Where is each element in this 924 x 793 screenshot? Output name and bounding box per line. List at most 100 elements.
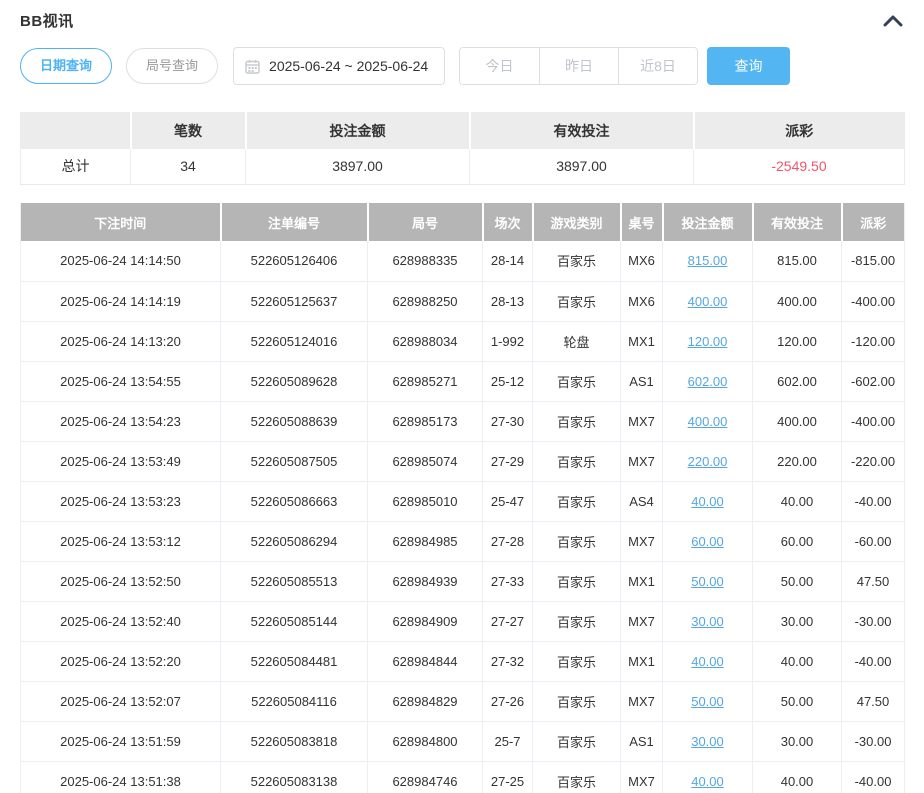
order-id-cell: 522605083818	[221, 721, 368, 761]
valid-bet-cell: 40.00	[753, 761, 842, 793]
date-range-input[interactable]: 2025-06-24 ~ 2025-06-24	[233, 47, 445, 85]
summary-header-bet-amount: 投注金额	[246, 113, 470, 149]
bet-amount-link[interactable]: 40.00	[691, 774, 724, 789]
table-row: 2025-06-24 13:54:55 522605089628 6289852…	[21, 361, 905, 401]
summary-total-row: 总计 34 3897.00 3897.00 -2549.50	[21, 149, 905, 185]
col-header-session: 场次	[483, 203, 533, 241]
bet-time-cell: 2025-06-24 13:53:49	[21, 441, 221, 481]
table-row: 2025-06-24 13:52:50 522605085513 6289849…	[21, 561, 905, 601]
table-no-cell: MX1	[621, 321, 663, 361]
bet-time-cell: 2025-06-24 14:13:20	[21, 321, 221, 361]
round-id-cell: 628988250	[368, 281, 483, 321]
payout-cell: -815.00	[842, 241, 905, 281]
table-no-cell: MX7	[621, 521, 663, 561]
table-row: 2025-06-24 13:51:59 522605083818 6289848…	[21, 721, 905, 761]
bet-amount-link[interactable]: 60.00	[691, 534, 724, 549]
bet-amount-link[interactable]: 50.00	[691, 694, 724, 709]
payout-cell: 47.50	[842, 561, 905, 601]
bet-amount-link[interactable]: 50.00	[691, 574, 724, 589]
bet-time-cell: 2025-06-24 13:53:23	[21, 481, 221, 521]
search-button[interactable]: 查询	[707, 47, 790, 85]
bet-amount-link[interactable]: 400.00	[688, 414, 728, 429]
table-row: 2025-06-24 13:52:07 522605084116 6289848…	[21, 681, 905, 721]
bet-amount-link[interactable]: 120.00	[688, 334, 728, 349]
order-id-cell: 522605088639	[221, 401, 368, 441]
tab-round-query[interactable]: 局号查询	[126, 48, 218, 84]
order-id-cell: 522605124016	[221, 321, 368, 361]
table-no-cell: AS4	[621, 481, 663, 521]
table-no-cell: MX7	[621, 681, 663, 721]
valid-bet-cell: 602.00	[753, 361, 842, 401]
valid-bet-cell: 120.00	[753, 321, 842, 361]
col-header-payout: 派彩	[842, 203, 905, 241]
session-cell: 1-992	[483, 321, 533, 361]
col-header-round-id: 局号	[368, 203, 483, 241]
table-row: 2025-06-24 13:53:12 522605086294 6289849…	[21, 521, 905, 561]
round-id-cell: 628984909	[368, 601, 483, 641]
bet-time-cell: 2025-06-24 13:51:59	[21, 721, 221, 761]
quick-range-today[interactable]: 今日	[460, 48, 539, 84]
round-id-cell: 628984939	[368, 561, 483, 601]
bet-amount-cell: 50.00	[663, 681, 753, 721]
tab-date-query[interactable]: 日期查询	[20, 48, 112, 84]
game-type-cell: 百家乐	[533, 401, 621, 441]
bet-amount-cell: 120.00	[663, 321, 753, 361]
bet-amount-link[interactable]: 30.00	[691, 734, 724, 749]
round-id-cell: 628985074	[368, 441, 483, 481]
table-row: 2025-06-24 13:52:40 522605085144 6289849…	[21, 601, 905, 641]
session-cell: 27-32	[483, 641, 533, 681]
chevron-up-icon	[883, 15, 903, 27]
bet-amount-link[interactable]: 40.00	[691, 494, 724, 509]
quick-range-group: 今日 昨日 近8日	[459, 47, 698, 85]
round-id-cell: 628988335	[368, 241, 483, 281]
payout-cell: -400.00	[842, 401, 905, 441]
game-type-cell: 百家乐	[533, 281, 621, 321]
order-id-cell: 522605086663	[221, 481, 368, 521]
game-type-cell: 轮盘	[533, 321, 621, 361]
game-type-cell: 百家乐	[533, 641, 621, 681]
payout-cell: -602.00	[842, 361, 905, 401]
bet-amount-link[interactable]: 220.00	[688, 454, 728, 469]
table-no-cell: AS1	[621, 721, 663, 761]
bet-amount-link[interactable]: 815.00	[688, 253, 728, 268]
summary-table: 笔数 投注金额 有效投注 派彩 总计 34 3897.00 3897.00 -2…	[20, 112, 905, 185]
col-header-bet-time: 下注时间	[21, 203, 221, 241]
valid-bet-cell: 400.00	[753, 281, 842, 321]
table-no-cell: MX7	[621, 761, 663, 793]
bet-amount-link[interactable]: 40.00	[691, 654, 724, 669]
payout-cell: -40.00	[842, 761, 905, 793]
order-id-cell: 522605083138	[221, 761, 368, 793]
game-type-cell: 百家乐	[533, 561, 621, 601]
game-type-cell: 百家乐	[533, 481, 621, 521]
order-id-cell: 522605085513	[221, 561, 368, 601]
col-header-game-type: 游戏类别	[533, 203, 621, 241]
round-id-cell: 628988034	[368, 321, 483, 361]
game-type-cell: 百家乐	[533, 721, 621, 761]
bet-time-cell: 2025-06-24 13:54:23	[21, 401, 221, 441]
col-header-order-id: 注单编号	[221, 203, 368, 241]
game-type-cell: 百家乐	[533, 361, 621, 401]
payout-cell: 47.50	[842, 681, 905, 721]
session-cell: 27-30	[483, 401, 533, 441]
summary-header-valid-bet: 有效投注	[470, 113, 694, 149]
session-cell: 27-29	[483, 441, 533, 481]
payout-cell: -30.00	[842, 721, 905, 761]
order-id-cell: 522605084116	[221, 681, 368, 721]
table-no-cell: MX6	[621, 281, 663, 321]
bet-amount-cell: 400.00	[663, 281, 753, 321]
game-type-cell: 百家乐	[533, 761, 621, 793]
table-row: 2025-06-24 14:13:20 522605124016 6289880…	[21, 321, 905, 361]
quick-range-last8days[interactable]: 近8日	[618, 48, 697, 84]
bet-time-cell: 2025-06-24 13:54:55	[21, 361, 221, 401]
collapse-panel-button[interactable]	[882, 12, 904, 30]
valid-bet-cell: 40.00	[753, 481, 842, 521]
calendar-icon	[245, 59, 260, 74]
bet-table-body: 2025-06-24 14:14:50 522605126406 6289883…	[21, 241, 905, 793]
bet-amount-link[interactable]: 602.00	[688, 374, 728, 389]
panel-header: BB视讯	[20, 0, 904, 30]
payout-cell: -220.00	[842, 441, 905, 481]
bet-amount-link[interactable]: 30.00	[691, 614, 724, 629]
bet-amount-cell: 815.00	[663, 241, 753, 281]
quick-range-yesterday[interactable]: 昨日	[539, 48, 618, 84]
bet-amount-link[interactable]: 400.00	[688, 294, 728, 309]
